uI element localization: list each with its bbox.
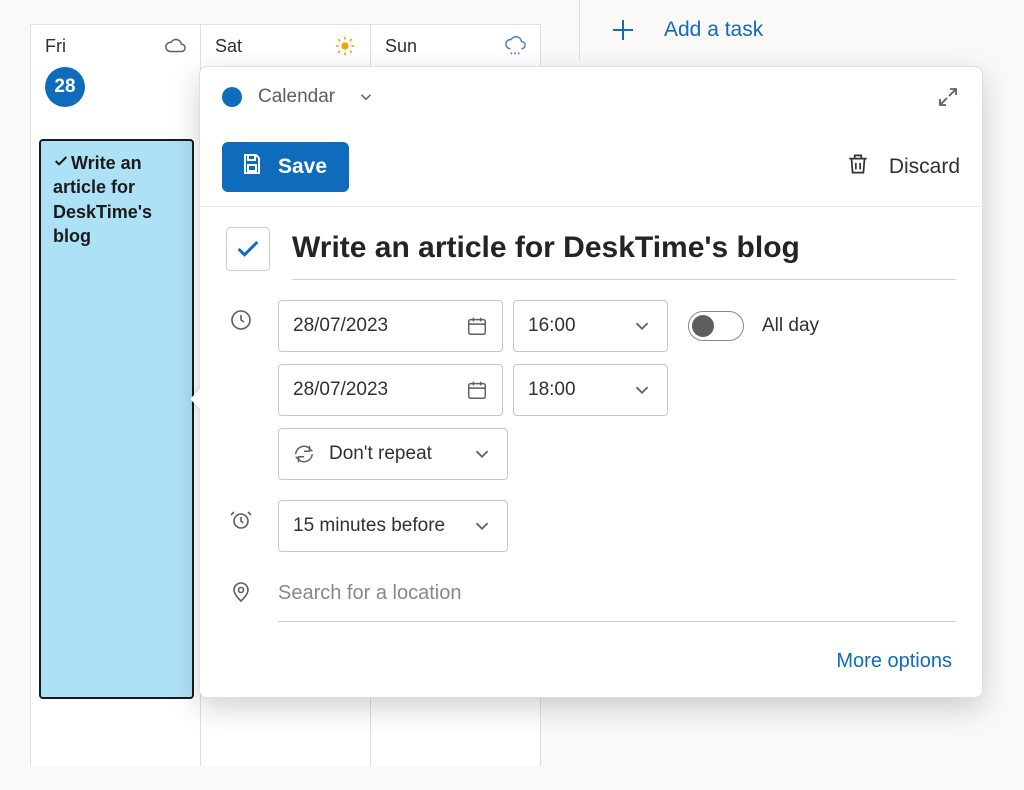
date-today-chip[interactable]: 28 [45, 67, 85, 107]
day-label: Fri [45, 36, 66, 57]
end-date-field[interactable]: 28/07/2023 [278, 364, 503, 416]
location-input[interactable] [278, 572, 543, 621]
add-task-label: Add a task [664, 18, 763, 42]
calendar-picker-label[interactable]: Calendar [258, 86, 335, 108]
plus-icon [608, 15, 638, 45]
all-day-label: All day [762, 315, 819, 337]
expand-icon[interactable] [936, 85, 960, 109]
calendar-icon [466, 315, 488, 337]
day-label: Sun [385, 36, 417, 57]
discard-button[interactable]: Discard [845, 151, 960, 183]
quick-compose-popup: Calendar Save Discard [199, 66, 983, 698]
more-options-link[interactable]: More options [836, 650, 952, 673]
chevron-down-icon[interactable] [357, 88, 375, 106]
task-checkbox[interactable] [226, 227, 270, 271]
task-check-icon [53, 151, 69, 163]
save-icon [240, 152, 264, 182]
calendar-event-block[interactable]: Write an article for DeskTime's blog [39, 139, 194, 699]
trash-icon [845, 151, 871, 183]
start-date-field[interactable]: 28/07/2023 [278, 300, 503, 352]
location-icon [226, 572, 256, 604]
repeat-icon [293, 443, 315, 465]
save-button[interactable]: Save [222, 142, 349, 192]
cloud-icon [164, 35, 186, 57]
day-label: Sat [215, 36, 242, 57]
chevron-down-icon [631, 315, 653, 337]
end-time-field[interactable]: 18:00 [513, 364, 668, 416]
calendar-icon [466, 379, 488, 401]
sun-icon [334, 35, 356, 57]
clock-icon [226, 300, 256, 332]
reminder-icon [226, 500, 256, 532]
day-col-fri[interactable]: Fri 28 Write an article for DeskTime's b… [30, 25, 201, 766]
rain-icon [504, 35, 526, 57]
event-title-input[interactable] [292, 227, 956, 279]
chevron-down-icon [471, 443, 493, 465]
start-time-field[interactable]: 16:00 [513, 300, 668, 352]
chevron-down-icon [471, 515, 493, 537]
all-day-toggle[interactable] [688, 311, 744, 341]
chevron-down-icon [631, 379, 653, 401]
calendar-color-dot[interactable] [222, 87, 242, 107]
add-task-row[interactable]: Add a task [579, 0, 1024, 60]
reminder-field[interactable]: 15 minutes before [278, 500, 508, 552]
popup-arrow [190, 387, 202, 411]
repeat-field[interactable]: Don't repeat [278, 428, 508, 480]
